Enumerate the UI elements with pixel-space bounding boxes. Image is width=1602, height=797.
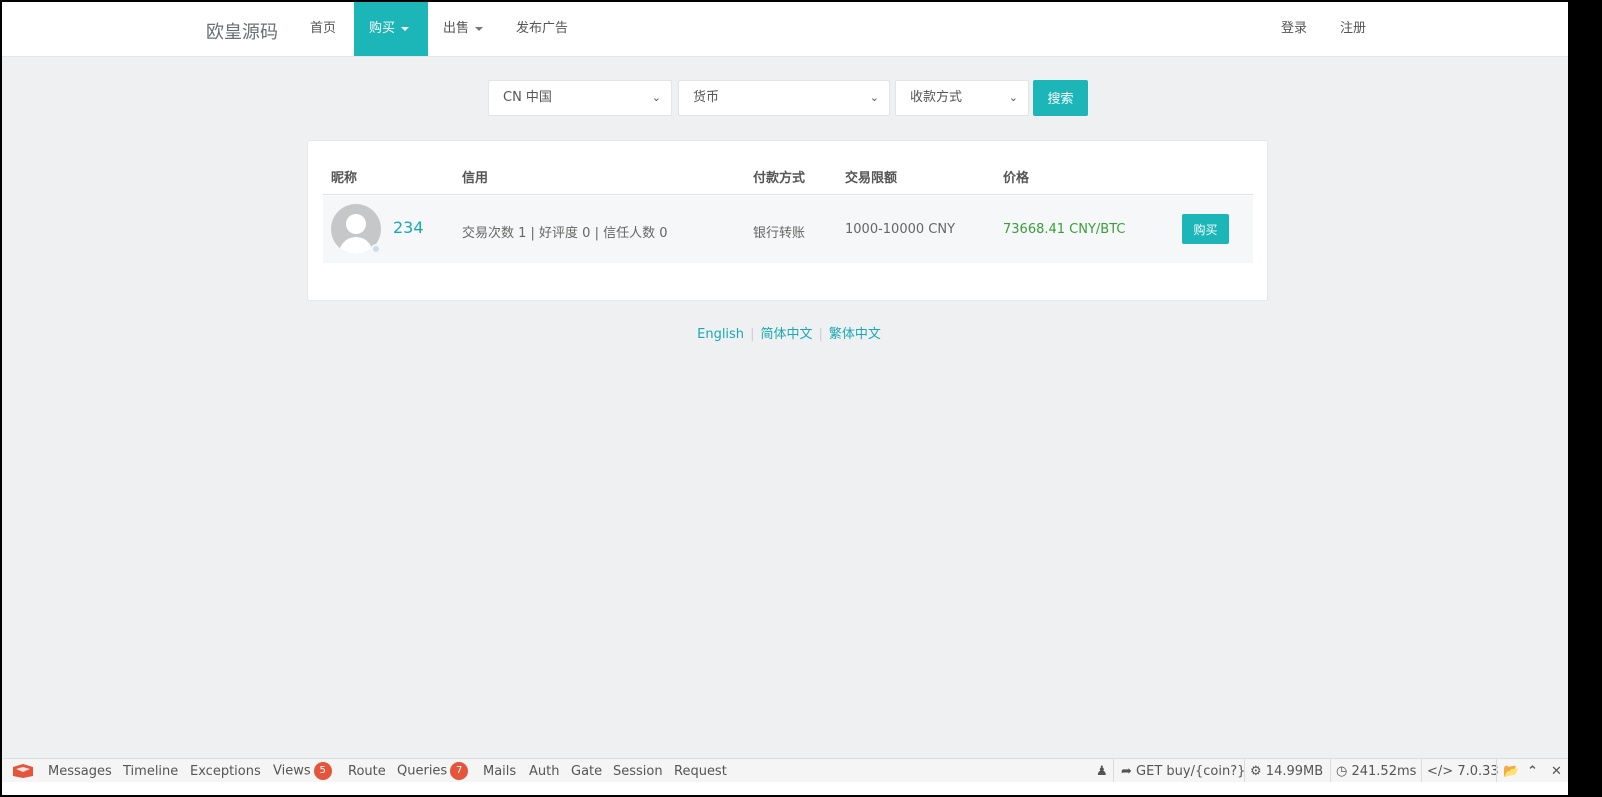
payment-select[interactable]: 收款方式 ⌄ <box>895 80 1029 116</box>
nav-buy[interactable]: 购买 <box>354 2 428 56</box>
divider <box>1330 759 1331 783</box>
nav-home[interactable]: 首页 <box>295 2 351 56</box>
header-limit: 交易限额 <box>845 171 898 186</box>
debug-tab-route[interactable]: Route <box>348 764 386 779</box>
nav-register[interactable]: 注册 <box>1325 2 1381 56</box>
avatar-head <box>346 214 366 234</box>
offers-table: 昵称 信用 付款方式 交易限额 价格 234 交易次数 1 | 好评度 0 | … <box>307 140 1268 301</box>
queries-count-badge: 7 <box>450 762 469 780</box>
caret-down-icon <box>401 26 410 31</box>
user-icon[interactable]: ♟ <box>1096 764 1108 779</box>
table-row: 234 交易次数 1 | 好评度 0 | 信任人数 0 银行转账 1000-10… <box>323 196 1253 263</box>
debug-route-label: GET buy/{coin?} <box>1136 764 1246 779</box>
seller-nickname-link[interactable]: 234 <box>393 218 424 237</box>
top-navbar: 欧皇源码 首页 购买 出售 发布广告 登录 注册 <box>2 2 1568 57</box>
debug-route[interactable]: ➦ GET buy/{coin?} <box>1121 764 1245 779</box>
divider <box>1421 759 1422 783</box>
nav-sell-label: 出售 <box>443 21 470 36</box>
debug-tab-session[interactable]: Session <box>613 764 663 779</box>
online-status-dot <box>371 244 381 254</box>
nav-login[interactable]: 登录 <box>1266 2 1322 56</box>
views-count-badge: 5 <box>313 762 332 780</box>
debug-tab-timeline[interactable]: Timeline <box>123 764 178 779</box>
lang-simplified-chinese-link[interactable]: 简体中文 <box>760 327 812 342</box>
debug-time[interactable]: ◷ 241.52ms <box>1336 764 1416 779</box>
close-icon[interactable]: ✕ <box>1551 764 1562 779</box>
buy-button[interactable]: 购买 <box>1182 214 1229 244</box>
nav-post-ad-label: 发布广告 <box>516 21 569 36</box>
currency-select-value: 货币 <box>693 90 720 105</box>
header-price: 价格 <box>1003 171 1030 186</box>
debug-tab-exceptions[interactable]: Exceptions <box>190 764 261 779</box>
divider <box>1496 759 1497 783</box>
debug-tab-queries[interactable]: Queries 7 <box>397 762 469 780</box>
nav-login-label: 登录 <box>1281 21 1308 36</box>
debug-memory[interactable]: ⚙ 14.99MB <box>1250 764 1323 779</box>
code-icon: </> <box>1427 764 1454 779</box>
nav-sell[interactable]: 出售 <box>428 2 498 56</box>
payment-method: 银行转账 <box>753 226 806 241</box>
brand-logo[interactable]: 欧皇源码 <box>206 18 278 44</box>
nav-register-label: 注册 <box>1340 21 1367 36</box>
bottom-strip <box>2 782 1568 795</box>
laravel-logo-icon[interactable] <box>12 763 34 779</box>
country-select-value: CN 中国 <box>503 90 552 105</box>
language-switcher: English | 简体中文 | 繁体中文 <box>2 323 1568 342</box>
debug-tab-auth[interactable]: Auth <box>529 764 559 779</box>
divider <box>1113 759 1114 783</box>
chevron-up-icon[interactable]: ⌃ <box>1527 764 1538 779</box>
seller-credit: 交易次数 1 | 好评度 0 | 信任人数 0 <box>462 226 668 241</box>
debug-tab-request[interactable]: Request <box>674 764 727 779</box>
debug-tab-mails[interactable]: Mails <box>483 764 516 779</box>
debug-version[interactable]: </> 7.0.33 <box>1427 764 1499 779</box>
search-button[interactable]: 搜索 <box>1033 80 1088 116</box>
debug-tab-views-label: Views <box>273 763 311 779</box>
share-arrow-icon: ➦ <box>1121 764 1132 779</box>
debug-tab-messages[interactable]: Messages <box>48 764 112 779</box>
nav-home-label: 首页 <box>310 21 337 36</box>
separator: | <box>818 327 823 342</box>
lang-traditional-chinese-link[interactable]: 繁体中文 <box>829 327 881 342</box>
header-credit: 信用 <box>462 171 489 186</box>
lang-english-link[interactable]: English <box>697 327 744 342</box>
country-select[interactable]: CN 中国 ⌄ <box>488 80 672 116</box>
debug-tab-views[interactable]: Views 5 <box>273 762 332 780</box>
page: 欧皇源码 首页 购买 出售 发布广告 登录 注册 CN 中国 ⌄ 货币 ⌄ 收款… <box>2 2 1568 795</box>
debug-tab-gate[interactable]: Gate <box>571 764 602 779</box>
debug-tab-queries-label: Queries <box>397 763 448 779</box>
chevron-down-icon: ⌄ <box>1008 91 1018 104</box>
folder-open-icon[interactable]: 📂 <box>1503 764 1519 779</box>
caret-down-icon <box>475 26 484 31</box>
chevron-down-icon: ⌄ <box>651 91 661 104</box>
debug-bar: Messages Timeline Exceptions Views 5 Rout… <box>2 758 1568 783</box>
avatar-body <box>339 237 373 254</box>
nav-buy-label: 购买 <box>369 21 396 36</box>
offer-price: 73668.41 CNY/BTC <box>1003 222 1126 237</box>
header-nickname: 昵称 <box>331 171 358 186</box>
header-divider <box>323 194 1253 195</box>
debug-time-label: 241.52ms <box>1351 764 1417 779</box>
separator: | <box>750 327 755 342</box>
header-payment: 付款方式 <box>753 171 806 186</box>
trade-limit: 1000-10000 CNY <box>845 222 956 237</box>
payment-select-value: 收款方式 <box>910 90 963 105</box>
clock-icon: ◷ <box>1336 764 1348 779</box>
cogs-icon: ⚙ <box>1250 764 1262 779</box>
divider <box>1244 759 1245 783</box>
nav-post-ad[interactable]: 发布广告 <box>501 2 583 56</box>
currency-select[interactable]: 货币 ⌄ <box>678 80 890 116</box>
debug-memory-label: 14.99MB <box>1265 764 1324 779</box>
chevron-down-icon: ⌄ <box>869 91 879 104</box>
debug-version-label: 7.0.33 <box>1457 764 1499 779</box>
